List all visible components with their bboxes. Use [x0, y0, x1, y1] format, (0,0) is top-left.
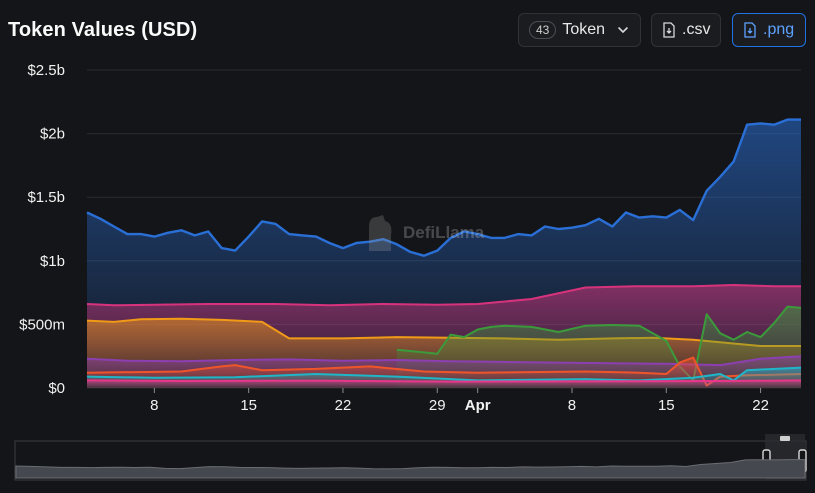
brush-grip-icon[interactable]: [780, 436, 790, 441]
brush-mini-area: [15, 459, 806, 479]
range-brush[interactable]: [0, 0, 815, 493]
chart-panel: Token Values (USD) 43 Token .csv .png $0…: [0, 0, 815, 493]
